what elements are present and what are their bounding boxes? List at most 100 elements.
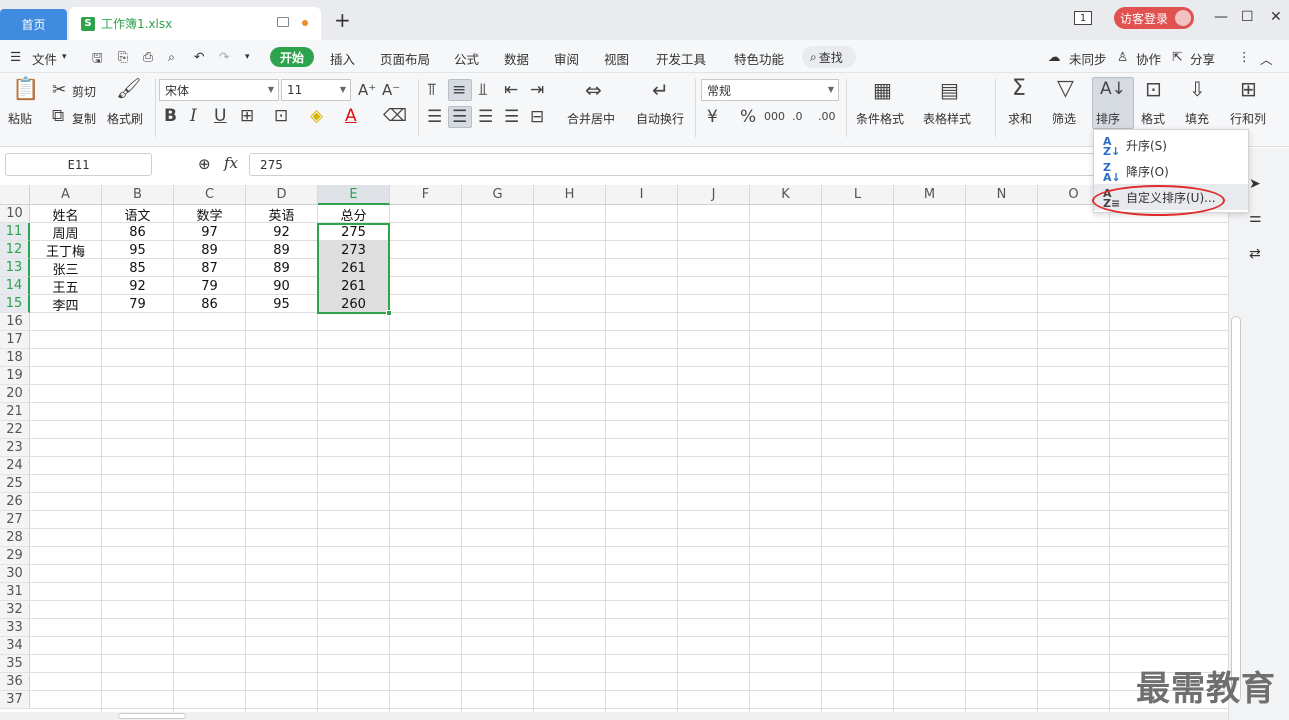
wrap-text-icon[interactable]: ↵: [652, 80, 669, 100]
row-header[interactable]: 32: [0, 601, 30, 619]
redo-icon[interactable]: ↷: [219, 49, 229, 64]
sort-ascending-item[interactable]: A Z↓ 升序(S): [1094, 132, 1248, 158]
zoom-icon[interactable]: ⊕: [198, 155, 211, 173]
border-icon[interactable]: ⊞: [240, 107, 254, 125]
column-header[interactable]: N: [966, 185, 1038, 205]
fill-color-icon[interactable]: ◈: [310, 107, 323, 125]
format-icon[interactable]: ⊡: [1145, 79, 1162, 99]
file-menu[interactable]: 文件: [32, 49, 57, 68]
justify-icon[interactable]: ☰: [504, 108, 519, 126]
save-icon[interactable]: 🖫: [92, 49, 103, 70]
font-name-select[interactable]: 宋体 ▼: [159, 79, 279, 101]
user-icon[interactable]: ♙: [1117, 49, 1128, 64]
align-left-icon[interactable]: ☰: [427, 108, 442, 126]
column-header[interactable]: E: [318, 185, 390, 205]
cut-button[interactable]: 剪切: [72, 83, 96, 100]
row-header[interactable]: 16: [0, 313, 30, 331]
column-header[interactable]: B: [102, 185, 174, 205]
sum-button[interactable]: 求和: [1008, 110, 1032, 127]
font-color-icon[interactable]: A: [345, 107, 357, 125]
sort-icon[interactable]: A↓: [1100, 80, 1126, 98]
table-cell[interactable]: 王丁梅: [30, 241, 101, 260]
indent-decrease-icon[interactable]: ⇤: [504, 81, 518, 99]
table-cell[interactable]: 86: [102, 223, 173, 241]
filter-button[interactable]: 筛选: [1052, 110, 1076, 127]
export-icon[interactable]: ⎘: [118, 49, 128, 65]
italic-icon[interactable]: I: [190, 107, 197, 125]
row-header[interactable]: 33: [0, 619, 30, 637]
align-middle-icon[interactable]: ≡: [452, 81, 466, 99]
spreadsheet-grid[interactable]: A B C D E F G H I J K L M N O 10 11 12 13 14 15 16 17 18 19 20 21 2…: [0, 185, 1228, 715]
number-format-select[interactable]: 常规 ▼: [701, 79, 839, 101]
table-cell[interactable]: 英语: [246, 205, 317, 224]
format-painter-button[interactable]: 格式刷: [107, 110, 143, 127]
row-header[interactable]: 19: [0, 367, 30, 385]
column-header[interactable]: F: [390, 185, 462, 205]
row-header[interactable]: 35: [0, 655, 30, 673]
sync-status[interactable]: 未同步: [1069, 49, 1107, 68]
row-header[interactable]: 23: [0, 439, 30, 457]
row-col-button[interactable]: 行和列: [1230, 110, 1266, 127]
table-style-icon[interactable]: ▤: [940, 80, 959, 100]
table-cell[interactable]: 86: [174, 295, 245, 313]
paste-button[interactable]: 粘贴: [8, 110, 32, 127]
table-cell[interactable]: 85: [102, 259, 173, 277]
column-header[interactable]: I: [606, 185, 678, 205]
conditional-format-icon[interactable]: ▦: [873, 80, 892, 100]
column-header[interactable]: J: [678, 185, 750, 205]
table-cell[interactable]: 周周: [30, 223, 101, 242]
undo-icon[interactable]: ↶: [194, 49, 204, 64]
row-header[interactable]: 36: [0, 673, 30, 691]
thousands-icon[interactable]: 000: [764, 108, 785, 126]
menu-view[interactable]: 视图: [604, 49, 629, 68]
table-cell[interactable]: 97: [174, 223, 245, 241]
row-header[interactable]: 34: [0, 637, 30, 655]
menu-insert[interactable]: 插入: [330, 49, 355, 68]
cell-style-icon[interactable]: ⊡: [274, 107, 288, 125]
share-icon[interactable]: ⇱: [1172, 49, 1182, 64]
align-bottom-icon[interactable]: ⫫: [478, 81, 488, 99]
tab-workbook[interactable]: S 工作簿1.xlsx: [69, 7, 321, 40]
horizontal-scrollbar[interactable]: [0, 712, 1228, 720]
visitor-login-button[interactable]: 访客登录: [1114, 7, 1194, 29]
table-cell[interactable]: 92: [246, 223, 317, 241]
table-cell[interactable]: 总分: [318, 205, 389, 224]
row-header[interactable]: 11: [0, 223, 30, 241]
percent-icon[interactable]: %: [740, 108, 756, 126]
collapse-ribbon-icon[interactable]: ︿: [1260, 49, 1273, 68]
table-style-button[interactable]: 表格样式: [923, 110, 971, 127]
brush-icon[interactable]: 🖌: [116, 78, 141, 98]
row-header[interactable]: 37: [0, 691, 30, 709]
underline-icon[interactable]: U: [214, 107, 226, 125]
sort-button[interactable]: 排序: [1096, 110, 1120, 127]
eraser-icon[interactable]: ⌫: [383, 107, 407, 125]
print-icon[interactable]: ⎙: [143, 49, 153, 65]
paste-icon[interactable]: 📋: [12, 79, 39, 101]
vertical-scrollbar[interactable]: [1231, 316, 1241, 702]
menu-data[interactable]: 数据: [504, 49, 529, 68]
table-cell[interactable]: 79: [174, 277, 245, 295]
copy-button[interactable]: 复制: [72, 110, 96, 127]
merge-center-icon[interactable]: ⇔: [585, 80, 602, 100]
row-header[interactable]: 24: [0, 457, 30, 475]
row-header[interactable]: 12: [0, 241, 30, 259]
table-cell[interactable]: 姓名: [30, 205, 101, 224]
transform-icon[interactable]: ⇄: [1249, 246, 1261, 262]
row-header[interactable]: 17: [0, 331, 30, 349]
font-shrink-icon[interactable]: A⁻: [382, 81, 400, 99]
collab-button[interactable]: 协作: [1136, 49, 1161, 68]
selection-range[interactable]: [317, 223, 392, 316]
table-cell[interactable]: 89: [246, 241, 317, 259]
row-header[interactable]: 18: [0, 349, 30, 367]
indent-increase-icon[interactable]: ⇥: [530, 81, 544, 99]
table-cell[interactable]: 张三: [30, 259, 101, 278]
row-header[interactable]: 15: [0, 295, 30, 313]
table-cell[interactable]: 90: [246, 277, 317, 295]
sort-descending-item[interactable]: Z A↓ 降序(O): [1094, 158, 1248, 184]
table-cell[interactable]: 数学: [174, 205, 245, 224]
quick-access-dropdown-icon[interactable]: ▾: [245, 52, 250, 62]
menu-formula[interactable]: 公式: [454, 49, 479, 68]
print-preview-icon[interactable]: ⌕: [168, 49, 175, 65]
formula-input[interactable]: 275: [249, 153, 1109, 176]
row-header[interactable]: 21: [0, 403, 30, 421]
